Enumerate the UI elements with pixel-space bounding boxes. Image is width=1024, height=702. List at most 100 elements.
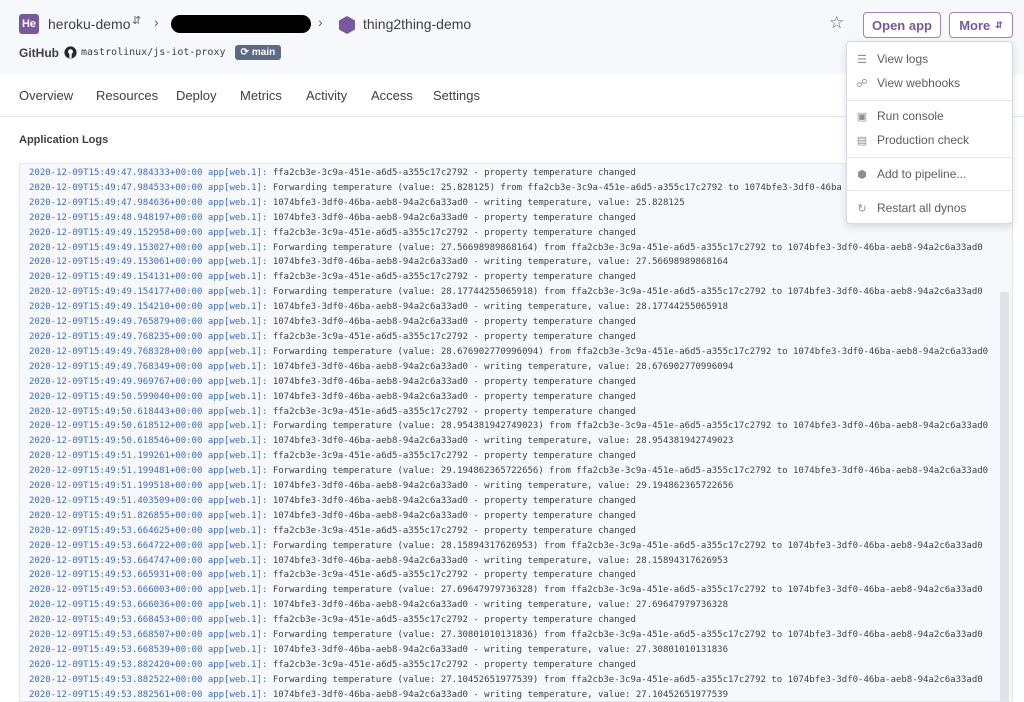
log-message: Forwarding temperature (value: 27.566989… bbox=[272, 242, 983, 253]
breadcrumb-app[interactable]: thing2thing-demo bbox=[363, 16, 471, 32]
log-source: app[web.1]: bbox=[207, 510, 268, 521]
log-message: 1074bfe3-3df0-46ba-aeb8-94a2c6a33ad0 - w… bbox=[272, 197, 685, 208]
log-timestamp: 2020-12-09T15:49:53.664747+00:00 bbox=[29, 555, 203, 566]
tab-access[interactable]: Access bbox=[371, 88, 413, 103]
log-source: app[web.1]: bbox=[207, 391, 268, 402]
log-line: 2020-12-09T15:49:49.153027+00:00 app[web… bbox=[29, 241, 999, 256]
log-line: 2020-12-09T15:49:53.882522+00:00 app[web… bbox=[29, 673, 999, 688]
log-timestamp: 2020-12-09T15:49:49.154131+00:00 bbox=[29, 272, 203, 283]
log-timestamp: 2020-12-09T15:49:49.768328+00:00 bbox=[29, 346, 203, 357]
tab-deploy[interactable]: Deploy bbox=[176, 88, 216, 103]
log-source: app[web.1]: bbox=[207, 182, 268, 193]
menu-item-restart-all-dynos[interactable]: ↻ Restart all dynos bbox=[847, 197, 1012, 219]
log-timestamp: 2020-12-09T15:49:53.882522+00:00 bbox=[29, 674, 203, 685]
log-line: 2020-12-09T15:49:53.882561+00:00 app[web… bbox=[29, 688, 999, 701]
menu-divider bbox=[847, 100, 1012, 101]
log-message: 1074bfe3-3df0-46ba-aeb8-94a2c6a33ad0 - p… bbox=[272, 510, 636, 521]
log-lines: 2020-12-09T15:49:47.984333+00:00 app[web… bbox=[29, 166, 999, 701]
log-line: 2020-12-09T15:49:53.664722+00:00 app[web… bbox=[29, 539, 999, 554]
log-message: Forwarding temperature (value: 25.828125… bbox=[272, 182, 842, 193]
log-message: 1074bfe3-3df0-46ba-aeb8-94a2c6a33ad0 - w… bbox=[272, 481, 734, 492]
redacted-breadcrumb bbox=[171, 15, 311, 33]
tab-resources[interactable]: Resources bbox=[96, 88, 158, 103]
log-line: 2020-12-09T15:49:50.618546+00:00 app[web… bbox=[29, 434, 999, 449]
log-line: 2020-12-09T15:49:53.668539+00:00 app[web… bbox=[29, 643, 999, 658]
log-line: 2020-12-09T15:49:50.618512+00:00 app[web… bbox=[29, 419, 999, 434]
log-source: app[web.1]: bbox=[207, 495, 268, 506]
more-dropdown-menu: ☰ View logs ☍ View webhooks ▣ Run consol… bbox=[846, 41, 1013, 224]
log-timestamp: 2020-12-09T15:49:50.618443+00:00 bbox=[29, 406, 203, 417]
log-line: 2020-12-09T15:49:51.199261+00:00 app[web… bbox=[29, 449, 999, 464]
menu-divider bbox=[847, 157, 1012, 158]
log-source: app[web.1]: bbox=[207, 585, 268, 596]
log-viewer[interactable]: 2020-12-09T15:49:47.984333+00:00 app[web… bbox=[19, 163, 1013, 702]
menu-item-add-to-pipeline[interactable]: ⬢ Add to pipeline... bbox=[847, 163, 1012, 185]
menu-item-run-console[interactable]: ▣ Run console bbox=[847, 105, 1012, 127]
log-timestamp: 2020-12-09T15:49:49.765879+00:00 bbox=[29, 317, 203, 328]
repo-link[interactable]: mastrolinux/js-iot-proxy bbox=[81, 47, 226, 58]
log-line: 2020-12-09T15:49:49.765879+00:00 app[web… bbox=[29, 315, 999, 330]
log-source: app[web.1]: bbox=[207, 317, 268, 328]
log-source: app[web.1]: bbox=[207, 674, 268, 685]
tab-activity[interactable]: Activity bbox=[306, 88, 347, 103]
log-source: app[web.1]: bbox=[207, 197, 268, 208]
tab-overview[interactable]: Overview bbox=[19, 88, 73, 103]
log-message: 1074bfe3-3df0-46ba-aeb8-94a2c6a33ad0 - w… bbox=[272, 555, 728, 566]
branch-badge[interactable]: ⟳ main bbox=[234, 45, 282, 60]
clipboard-icon: ▤ bbox=[856, 134, 868, 147]
log-source: app[web.1]: bbox=[207, 168, 268, 178]
log-source: app[web.1]: bbox=[207, 242, 268, 253]
tab-settings[interactable]: Settings bbox=[433, 88, 480, 103]
more-button[interactable]: More ⇵ bbox=[949, 12, 1013, 38]
log-timestamp: 2020-12-09T15:49:53.668539+00:00 bbox=[29, 645, 203, 655]
log-timestamp: 2020-12-09T15:49:51.199261+00:00 bbox=[29, 451, 203, 462]
log-timestamp: 2020-12-09T15:49:47.984533+00:00 bbox=[29, 182, 203, 193]
log-source: app[web.1]: bbox=[207, 689, 268, 700]
log-message: 1074bfe3-3df0-46ba-aeb8-94a2c6a33ad0 - w… bbox=[272, 689, 728, 700]
log-line: 2020-12-09T15:49:49.154210+00:00 app[web… bbox=[29, 300, 999, 315]
log-source: app[web.1]: bbox=[207, 600, 268, 611]
pipeline-icon: ⬢ bbox=[857, 168, 867, 181]
pipeline-badge[interactable]: He bbox=[19, 14, 39, 34]
log-timestamp: 2020-12-09T15:49:51.199518+00:00 bbox=[29, 481, 203, 492]
log-message: ffa2cb3e-3c9a-451e-a6d5-a355c17c2792 - p… bbox=[272, 659, 636, 670]
menu-item-view-logs[interactable]: ☰ View logs bbox=[847, 48, 1012, 70]
log-source: app[web.1]: bbox=[207, 659, 268, 670]
log-source: app[web.1]: bbox=[207, 570, 268, 581]
menu-item-label: Restart all dynos bbox=[877, 201, 967, 215]
chevron-right-icon: › bbox=[318, 14, 323, 30]
log-message: Forwarding temperature (value: 27.696479… bbox=[272, 585, 983, 596]
breadcrumb-pipeline[interactable]: heroku-demo bbox=[48, 16, 131, 32]
pipeline-switcher-icon[interactable]: ⇵ bbox=[132, 14, 141, 27]
log-timestamp: 2020-12-09T15:49:49.152958+00:00 bbox=[29, 227, 203, 238]
log-source: app[web.1]: bbox=[207, 421, 268, 432]
log-scrollbar[interactable] bbox=[1000, 292, 1009, 701]
log-message: 1074bfe3-3df0-46ba-aeb8-94a2c6a33ad0 - w… bbox=[272, 600, 728, 611]
log-source: app[web.1]: bbox=[207, 376, 268, 387]
favorite-star-icon[interactable]: ☆ bbox=[829, 13, 844, 33]
log-timestamp: 2020-12-09T15:49:53.882561+00:00 bbox=[29, 689, 203, 700]
log-timestamp: 2020-12-09T15:49:47.984636+00:00 bbox=[29, 197, 203, 208]
log-message: ffa2cb3e-3c9a-451e-a6d5-a355c17c2792 - p… bbox=[272, 272, 636, 283]
open-app-label: Open app bbox=[872, 17, 932, 33]
menu-item-production-check[interactable]: ▤ Production check bbox=[847, 129, 1012, 151]
log-timestamp: 2020-12-09T15:49:50.618512+00:00 bbox=[29, 421, 203, 432]
log-line: 2020-12-09T15:49:51.826855+00:00 app[web… bbox=[29, 509, 999, 524]
log-line: 2020-12-09T15:49:49.768328+00:00 app[web… bbox=[29, 345, 999, 360]
menu-item-label: View logs bbox=[877, 52, 929, 66]
log-line: 2020-12-09T15:49:53.666036+00:00 app[web… bbox=[29, 598, 999, 613]
tab-metrics[interactable]: Metrics bbox=[240, 88, 282, 103]
log-timestamp: 2020-12-09T15:49:51.826855+00:00 bbox=[29, 510, 203, 521]
menu-item-view-webhooks[interactable]: ☍ View webhooks bbox=[847, 72, 1012, 94]
log-line: 2020-12-09T15:49:53.668507+00:00 app[web… bbox=[29, 628, 999, 643]
log-line: 2020-12-09T15:49:49.969767+00:00 app[web… bbox=[29, 375, 999, 390]
log-timestamp: 2020-12-09T15:49:49.154177+00:00 bbox=[29, 287, 203, 298]
log-line: 2020-12-09T15:49:53.666003+00:00 app[web… bbox=[29, 583, 999, 598]
log-message: 1074bfe3-3df0-46ba-aeb8-94a2c6a33ad0 - p… bbox=[272, 212, 636, 223]
log-source: app[web.1]: bbox=[207, 287, 268, 298]
open-app-button[interactable]: Open app bbox=[863, 12, 941, 38]
log-timestamp: 2020-12-09T15:49:53.882420+00:00 bbox=[29, 659, 203, 670]
log-line: 2020-12-09T15:49:49.154177+00:00 app[web… bbox=[29, 285, 999, 300]
github-connection: GitHub mastrolinux/js-iot-proxy ⟳ main bbox=[19, 45, 282, 60]
log-source: app[web.1]: bbox=[207, 645, 268, 655]
